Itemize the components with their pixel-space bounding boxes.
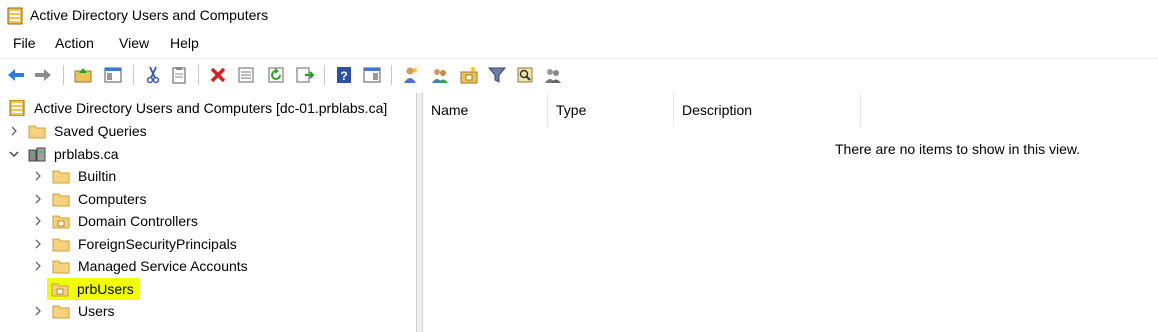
console-tree: Active Directory Users and Computers [dc… [0,93,417,332]
tree-item-domain-controllers[interactable]: Domain Controllers [32,210,200,232]
chevron-right-icon[interactable] [32,238,44,250]
folder-icon [52,236,70,252]
svg-text:?: ? [340,69,347,83]
toolbar-separator [324,65,325,85]
column-header-name[interactable]: Name [423,93,548,127]
menu-help[interactable]: Help [169,35,200,51]
folder-icon [28,123,46,139]
empty-view-message: There are no items to show in this view. [835,141,1081,157]
new-ou-icon[interactable] [459,65,479,85]
chevron-right-icon[interactable] [32,305,44,317]
properties-icon[interactable] [236,65,256,85]
chevron-down-icon[interactable] [8,148,20,160]
show-hide-tree-icon[interactable] [103,65,123,85]
tree-root[interactable]: Active Directory Users and Computers [dc… [8,97,389,119]
tree-item-builtin[interactable]: Builtin [32,165,118,187]
tree-item-prbusers[interactable]: prbUsers [47,278,140,300]
menu-bar: File Action View Help [0,32,1158,56]
menu-file[interactable]: File [12,35,37,51]
window-title: Active Directory Users and Computers [30,7,269,23]
refresh-icon[interactable] [266,65,286,85]
tree-item-label: ForeignSecurityPrincipals [78,236,237,252]
tree-item-label: prbUsers [77,281,134,297]
add-to-group-icon[interactable] [543,65,563,85]
toolbar-separator [391,65,392,85]
tree-item-label: Builtin [78,168,117,184]
tree-item-managed-service-accounts[interactable]: Managed Service Accounts [32,255,250,277]
domain-icon [28,146,46,162]
tree-item-computers[interactable]: Computers [32,188,148,210]
ou-folder-icon [51,281,69,297]
tree-item-domain[interactable]: prblabs.ca [8,143,121,165]
folder-icon [52,191,70,207]
action-pane-icon[interactable] [362,65,382,85]
toolbar-separator [63,65,64,85]
ou-folder-icon [52,213,70,229]
tree-item-label: prblabs.ca [54,146,119,162]
chevron-right-icon[interactable] [32,215,44,227]
tree-item-label: Domain Controllers [78,213,198,229]
chevron-right-icon[interactable] [32,260,44,272]
find-icon[interactable] [515,65,535,85]
new-group-icon[interactable] [430,65,450,85]
back-arrow-icon[interactable] [6,65,26,85]
results-pane: Name Type Description There are no items… [423,93,1158,332]
tree-item-label: Computers [78,191,147,207]
cut-icon[interactable] [143,65,163,85]
title-bar: Active Directory Users and Computers [0,0,1158,32]
toolbar-separator [198,65,199,85]
tree-item-label: Users [78,303,115,319]
column-header-type[interactable]: Type [548,93,674,127]
menu-action[interactable]: Action [54,35,95,51]
chevron-right-icon[interactable] [8,125,20,137]
folder-icon [52,258,70,274]
folder-icon [52,168,70,184]
tree-item-users[interactable]: Users [32,300,117,322]
folder-icon [52,303,70,319]
highlight-marker: prbUsers [47,278,140,300]
console-root-icon [8,100,26,116]
tree-item-label: Managed Service Accounts [78,258,248,274]
new-user-icon[interactable] [401,65,421,85]
menu-view[interactable]: View [118,35,150,51]
up-folder-icon[interactable] [73,65,93,85]
tree-item-label: Saved Queries [54,123,147,139]
toolbar-separator [133,65,134,85]
chevron-right-icon[interactable] [32,170,44,182]
help-icon[interactable]: ? [334,65,354,85]
app-icon [7,7,23,25]
filter-icon[interactable] [487,65,507,85]
chevron-right-icon[interactable] [32,193,44,205]
toolbar: ? [0,58,1158,92]
tree-item-saved-queries[interactable]: Saved Queries [8,120,149,142]
copy-icon[interactable] [169,65,189,85]
tree-root-label: Active Directory Users and Computers [dc… [34,100,388,116]
delete-icon[interactable] [208,65,228,85]
tree-item-foreign-security-principals[interactable]: ForeignSecurityPrincipals [32,233,239,255]
column-header-description[interactable]: Description [674,93,861,127]
forward-arrow-icon[interactable] [33,65,53,85]
export-list-icon[interactable] [295,65,315,85]
